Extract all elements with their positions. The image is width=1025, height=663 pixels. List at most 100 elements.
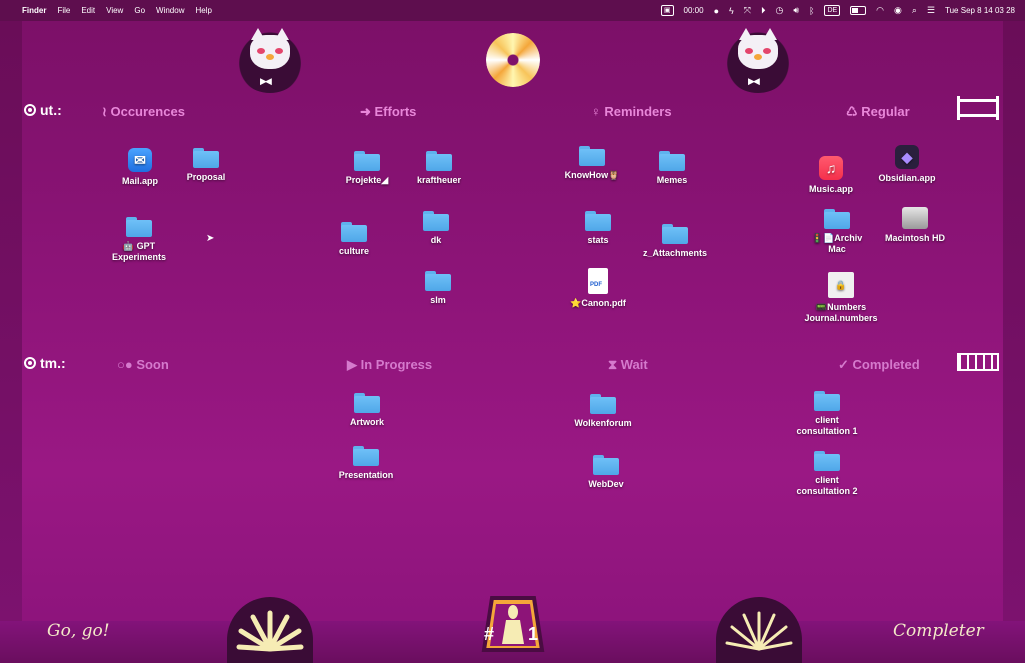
row-label-tm-text: tm.:	[40, 355, 66, 371]
sunburst-left-icon	[227, 597, 313, 663]
completer-script-text: Completer	[893, 621, 984, 641]
folder-icon	[426, 151, 452, 171]
desktop-icon-archiv-mac[interactable]: 🚦📄Archiv Mac	[792, 209, 882, 255]
icon-label: 🤖 GPT	[122, 241, 156, 251]
desktop-icon-wolkenforum[interactable]: Wolkenforum	[558, 394, 648, 429]
icon-label: Artwork	[349, 417, 384, 427]
time-machine-icon[interactable]: ◷	[776, 5, 784, 16]
desktop-icon-webdev[interactable]: WebDev	[561, 455, 651, 490]
icon-label: Wolkenforum	[574, 418, 632, 428]
mouse-cursor-icon: ➤	[206, 233, 215, 244]
menu-app-name[interactable]: Finder	[22, 6, 46, 15]
battery-icon[interactable]	[850, 6, 867, 15]
desktop-icon-presentation[interactable]: Presentation	[321, 446, 411, 481]
focus-icon[interactable]: ⤧	[744, 5, 751, 16]
spotlight-icon[interactable]: ⌕	[912, 5, 917, 16]
menu-window[interactable]: Window	[156, 6, 184, 15]
target-icon	[24, 104, 36, 116]
desktop-icon-gpt-experiments[interactable]: 🤖 GPT Experiments	[94, 217, 184, 263]
icon-label: ⭐Canon.pdf	[570, 298, 626, 308]
pdf-document-icon	[588, 268, 608, 294]
screen-record-icon[interactable]: ▣	[660, 5, 674, 16]
folder-icon	[814, 451, 840, 471]
desktop-icon-artwork[interactable]: Artwork	[322, 393, 412, 428]
icon-label: z_Attachments	[642, 248, 707, 258]
timer-text[interactable]: 00:00	[684, 6, 704, 15]
desktop-icon-memes[interactable]: Memes	[627, 151, 717, 186]
icon-label: Projekte◢	[345, 175, 389, 185]
menu-edit[interactable]: Edit	[81, 6, 95, 15]
folder-icon	[593, 455, 619, 475]
menu-bar: Finder File Edit View Go Window Help ▣ 0…	[0, 0, 1025, 21]
row-label-ut-text: ut.:	[40, 102, 62, 118]
icon-label: client	[815, 475, 839, 485]
desktop-icon-canon-pdf[interactable]: ⭐Canon.pdf	[553, 268, 643, 309]
folder-icon	[354, 393, 380, 413]
volume-icon[interactable]: 🔊︎	[793, 5, 799, 16]
menu-clock[interactable]: Tue Sep 8 14 03 28	[945, 6, 1015, 15]
folder-icon	[423, 211, 449, 231]
folder-icon	[590, 394, 616, 414]
desktop-icon-macintosh-hd[interactable]: Macintosh HD	[870, 207, 960, 244]
row-label-ut: ut.:	[24, 102, 62, 118]
menu-view[interactable]: View	[106, 6, 123, 15]
desktop-icon-dk[interactable]: dk	[391, 211, 481, 246]
play-icon[interactable]: ⏵	[761, 5, 766, 16]
bed-icon	[957, 96, 999, 120]
icon-label: Memes	[656, 175, 688, 185]
folder-icon	[659, 151, 685, 171]
icon-label: Obsidian.app	[878, 173, 936, 183]
mail-app-icon: ✉	[128, 148, 152, 172]
icon-label: 🚦📄Archiv	[811, 233, 863, 243]
icon-label: Music.app	[808, 184, 853, 194]
desktop-icon-slm[interactable]: slm	[393, 271, 483, 306]
fence-icon	[957, 353, 999, 371]
folder-icon	[824, 209, 850, 229]
desktop-icon-obsidian[interactable]: ◆ Obsidian.app	[862, 145, 952, 184]
frame-left	[0, 21, 22, 663]
folder-icon	[341, 222, 367, 242]
icon-label: Proposal	[186, 172, 226, 182]
menu-go[interactable]: Go	[134, 6, 145, 15]
desktop-icon-client-consultation-1[interactable]: client consultation 1	[782, 391, 872, 437]
account-icon[interactable]: ◉	[894, 5, 902, 16]
desktop-icon-proposal[interactable]: Proposal	[161, 148, 251, 183]
wifi-icon[interactable]: ◠	[876, 5, 884, 16]
bolt-icon[interactable]: ϟ	[729, 6, 734, 16]
bluetooth-icon[interactable]: ᛒ	[809, 6, 814, 16]
numbers-document-icon	[828, 272, 854, 298]
folder-icon	[354, 151, 380, 171]
icon-label: Journal.numbers	[804, 313, 878, 323]
sunburst-right-icon	[716, 597, 802, 663]
icon-label: 📟Numbers	[815, 302, 867, 312]
desktop-icon-kraftheuer[interactable]: kraftheuer	[394, 151, 484, 186]
menu-file[interactable]: File	[57, 6, 70, 15]
row-label-tm: tm.:	[24, 355, 66, 371]
input-source-indicator[interactable]: DE	[824, 5, 841, 16]
cat-mascot-right-image	[723, 27, 793, 93]
icon-label: Mac	[828, 244, 846, 254]
header-efforts: ➜ Efforts	[360, 104, 417, 119]
icon-label: WebDev	[588, 479, 624, 489]
menu-help[interactable]: Help	[195, 6, 211, 15]
desktop-icon-culture[interactable]: culture	[309, 222, 399, 257]
control-center-icon[interactable]: ☰	[927, 5, 935, 16]
user-icon[interactable]: ●	[714, 6, 719, 16]
desktop-icon-z-attachments[interactable]: z_Attachments	[630, 224, 720, 259]
folder-icon	[126, 217, 152, 237]
icon-label: culture	[338, 246, 369, 256]
desktop-icon-numbers-journal[interactable]: 📟Numbers Journal.numbers	[796, 272, 886, 324]
go-go-script-text: Go, go!	[47, 621, 110, 641]
folder-icon	[579, 146, 605, 166]
header-reminders: ♀ Reminders	[591, 104, 672, 119]
desktop-icon-knowhow[interactable]: KnowHow🦉	[547, 146, 637, 181]
icon-label: KnowHow🦉	[564, 170, 620, 180]
icon-label: consultation 2	[796, 486, 858, 496]
badge-hash-text: #	[484, 624, 495, 644]
clock-icon	[24, 357, 36, 369]
icon-label: Experiments	[111, 252, 167, 262]
desktop-icon-client-consultation-2[interactable]: client consultation 2	[782, 451, 872, 497]
hard-drive-icon	[902, 207, 928, 229]
obsidian-app-icon: ◆	[895, 145, 919, 169]
icon-label: Presentation	[338, 470, 394, 480]
